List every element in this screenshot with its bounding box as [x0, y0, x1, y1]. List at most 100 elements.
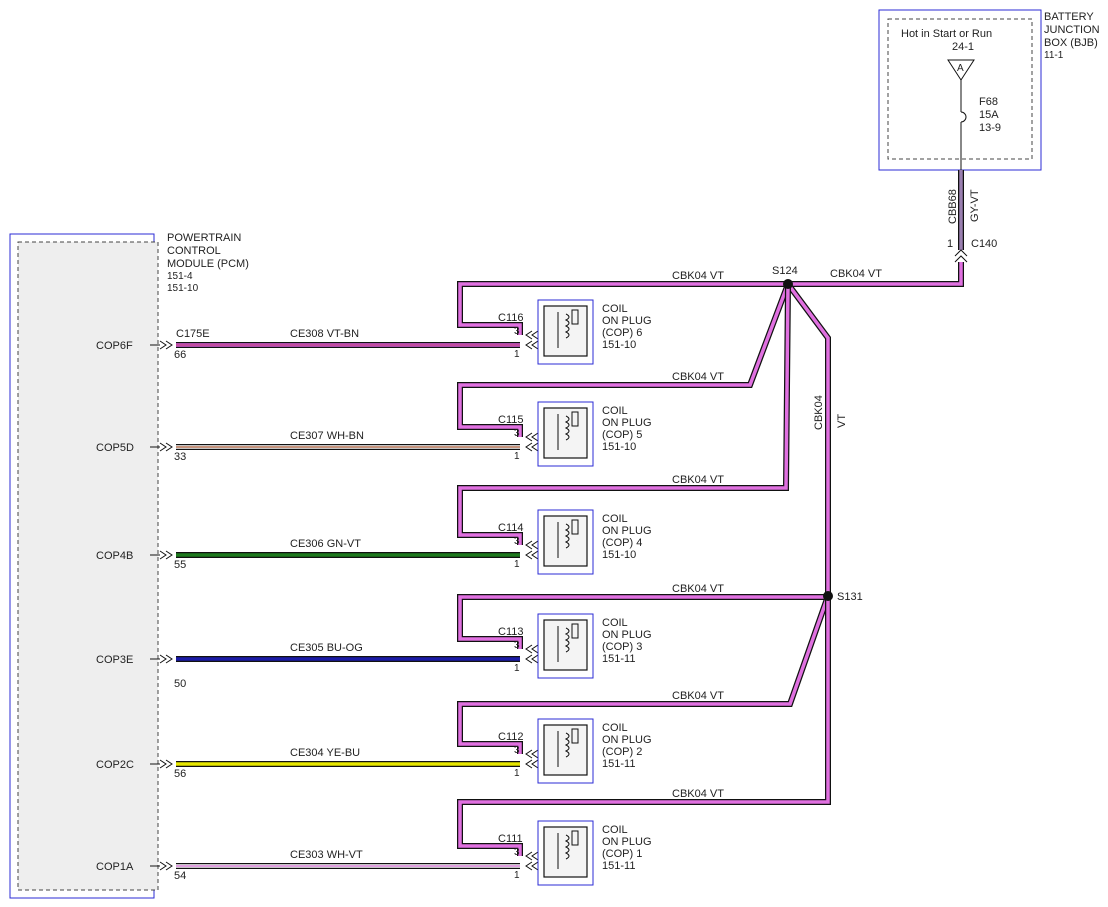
- pcm-module: POWERTRAIN CONTROL MODULE (PCM) 151-4 15…: [9, 232, 249, 899]
- coil-connector-icon-pin1: [525, 442, 539, 452]
- coil-body: [543, 305, 588, 357]
- wiring-diagram: BATTERY JUNCTION BOX (BJB) 11-1 Hot in S…: [9, 9, 1100, 899]
- coil-name-line: 151-10: [602, 441, 636, 453]
- coil-connector-icon-pin1: [525, 861, 539, 871]
- fuse-line-1: F68: [979, 96, 998, 108]
- pcm-pin-number: 55: [174, 559, 186, 571]
- coil-group-3: CBK04 VT CE305 BU-OG 50 COP3E C113 3 1 COILON P…: [96, 583, 831, 690]
- fuse-line-2: 15A: [979, 109, 999, 121]
- feed-branch-label: CBK04 VT: [672, 690, 724, 702]
- coil-pin-a: 3: [514, 536, 520, 547]
- pcm-title-3: MODULE (PCM): [167, 258, 249, 270]
- coil-body: [543, 619, 588, 671]
- coil-connector-icon-pin3: [525, 540, 539, 550]
- pcm-pin-name: COP1A: [96, 861, 134, 873]
- c140-connector-icon: [954, 249, 968, 257]
- bjb-title-1: BATTERY: [1044, 11, 1094, 23]
- coil-name-line: (COP) 6: [602, 327, 642, 339]
- coil-name-line: COIL: [602, 722, 628, 734]
- coil-pin-b: 1: [514, 663, 520, 674]
- coil-connector-label: C114: [498, 522, 523, 534]
- coil-connector-label: C112: [498, 731, 523, 743]
- coil-pin-a: 3: [514, 428, 520, 439]
- coil-pin-b: 1: [514, 870, 520, 881]
- feed-branch-label: CBK04 VT: [672, 371, 724, 383]
- coil-name-line: 151-10: [602, 339, 636, 351]
- fuse-icon: [960, 111, 967, 123]
- bjb-terminal-label: A: [957, 63, 964, 74]
- pcm-ref-1: 151-4: [167, 271, 193, 282]
- coil-name-line: 151-11: [602, 653, 635, 665]
- bjb-title-3: BOX (BJB): [1044, 37, 1098, 49]
- battery-junction-box: BATTERY JUNCTION BOX (BJB) 11-1 Hot in S…: [878, 9, 1100, 171]
- coil-pin-a: 3: [514, 640, 520, 651]
- coil-name-line: ON PLUG: [602, 417, 652, 429]
- coil-group-5: CBK04 VTCE307 WH-BN33COP5DC11531COILON P…: [96, 282, 791, 467]
- feed-branch-label: CBK04 VT: [672, 270, 724, 282]
- coil-connector-label: C116: [498, 312, 523, 324]
- pcm-pin-number: 56: [174, 768, 186, 780]
- bjb-wire-circuit: CBB68: [947, 189, 959, 224]
- signal-circuit-label: CE308 VT-BN: [290, 328, 359, 340]
- pcm-pin-name: COP4B: [96, 550, 133, 562]
- c140-pin: 1: [947, 238, 953, 250]
- coil-name-line: 151-10: [602, 549, 636, 561]
- coil-connector-label: C113: [498, 626, 523, 638]
- pcm-pin-number: 66: [174, 349, 186, 361]
- coil-name-line: ON PLUG: [602, 836, 652, 848]
- pcm-pin-name: COP3E: [96, 654, 133, 666]
- coil-group-6: CBK04 VT CE308 VT-BN 66 COP6F C116 3 1 COILON P…: [96, 270, 788, 365]
- coil-connector-icon-pin1: [525, 759, 539, 769]
- coil-connector-icon-pin3: [525, 749, 539, 759]
- coil-connector-icon-pin3: [525, 330, 539, 340]
- coil-pin-b: 1: [514, 768, 520, 779]
- coil-connector-label: C115: [498, 414, 523, 426]
- coil-pin-a: 3: [514, 326, 520, 337]
- feed-branch-label: CBK04 VT: [672, 788, 724, 800]
- pcm-connector-label: C175E: [176, 328, 210, 340]
- coil-pin-a: 3: [514, 847, 520, 858]
- bjb-feed-wire: CBB68 GY-VT 1 C140: [947, 170, 997, 263]
- splice-s131-dot: [823, 591, 833, 601]
- coil-name-line: ON PLUG: [602, 315, 652, 327]
- coil-pin-b: 1: [514, 451, 520, 462]
- s124-s131-fill: [786, 282, 830, 596]
- coil-name-line: ON PLUG: [602, 734, 652, 746]
- coil-name-line: 151-11: [602, 860, 635, 872]
- coil-name-line: COIL: [602, 824, 628, 836]
- coil-connector-icon-pin1: [525, 340, 539, 350]
- coil-name-line: (COP) 4: [602, 537, 642, 549]
- bjb-title-2: JUNCTION: [1044, 24, 1100, 36]
- coil-name-line: ON PLUG: [602, 525, 652, 537]
- pcm-pin-number: 50: [174, 678, 186, 690]
- coil-name-line: (COP) 1: [602, 848, 642, 860]
- pcm-pin-number: 54: [174, 870, 186, 882]
- coil-name-line: COIL: [602, 405, 628, 417]
- c140-connector: C140: [971, 238, 997, 250]
- coil-name-line: (COP) 3: [602, 641, 642, 653]
- feed-branch-label: CBK04 VT: [672, 474, 724, 486]
- coil-connector-icon-pin3: [525, 851, 539, 861]
- bjb-ref: 11-1: [1044, 50, 1064, 61]
- coil-connector-icon-pin1: [525, 550, 539, 560]
- coil-body: [543, 724, 588, 776]
- pcm-pin-number: 33: [174, 451, 186, 463]
- splice-s124-dot: [783, 279, 793, 289]
- splice-s131-label: S131: [837, 591, 863, 603]
- coil-name-line: (COP) 5: [602, 429, 642, 441]
- trunk-label: CBK04 VT: [830, 268, 882, 280]
- coil-pin-b: 1: [514, 559, 520, 570]
- pcm-pin-name: COP5D: [96, 442, 134, 454]
- coil-connector-icon-pin1: [525, 654, 539, 664]
- coil-body: [543, 515, 588, 567]
- pcm-pin-name: COP6F: [96, 340, 133, 352]
- coil-connector-icon-pin3: [525, 644, 539, 654]
- bjb-hot-ref: 24-1: [952, 41, 974, 53]
- bjb-inner-outline: [887, 18, 1033, 160]
- vertical-circuit: CBK04: [813, 395, 825, 430]
- coil-name-line: COIL: [602, 617, 628, 629]
- signal-circuit-label: CE304 YE-BU: [290, 747, 360, 759]
- coil-groups: CBK04 VTCE308 VT-BN66COP6FC11631COILON P…: [96, 270, 831, 886]
- signal-circuit-label: CE305 BU-OG: [290, 642, 363, 654]
- pcm-pin-name: COP2C: [96, 759, 134, 771]
